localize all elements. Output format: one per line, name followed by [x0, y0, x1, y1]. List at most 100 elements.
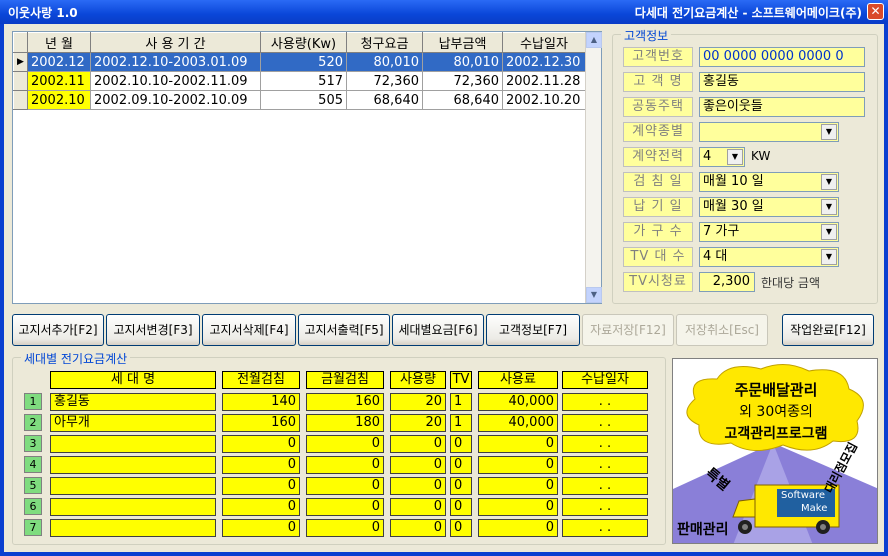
hh-prev-input[interactable]: 140	[222, 393, 300, 411]
hh-prev-input[interactable]: 0	[222, 477, 300, 495]
households-select[interactable]: 7 가구 ▼	[699, 222, 839, 242]
hh-curr-input[interactable]: 0	[306, 456, 384, 474]
hh-curr-input[interactable]: 180	[306, 414, 384, 432]
hh-tv-input[interactable]: 0	[450, 456, 472, 474]
cell-pay-date[interactable]: 2002.12.30	[502, 52, 586, 72]
hh-date-input[interactable]: . .	[562, 477, 648, 495]
hh-row-index[interactable]: 4	[24, 456, 42, 473]
tv-fee-field[interactable]: 2,300	[699, 272, 755, 292]
hh-date-input[interactable]: . .	[562, 456, 648, 474]
hh-date-input[interactable]: . .	[562, 414, 648, 432]
table-row[interactable]: ▶ 2002.12 2002.12.10-2003.01.09 520 80,0…	[13, 52, 586, 72]
hh-name-input[interactable]	[50, 519, 216, 537]
hh-prev-input[interactable]: 0	[222, 498, 300, 516]
customer-no-field[interactable]: 00 0000 0000 0000 0	[699, 47, 865, 67]
hh-curr-input[interactable]: 0	[306, 477, 384, 495]
bill-grid[interactable]: 년 월 사 용 기 간 사용량(Kw) 청구요금 납부금액 수납일자 ▶ 200…	[12, 31, 602, 304]
cell-billed[interactable]: 72,360	[346, 71, 423, 91]
hh-date-input[interactable]: . .	[562, 498, 648, 516]
grid-scrollbar[interactable]: ▲ ▼	[585, 32, 602, 303]
edit-bill-button[interactable]: 고지서변경[F3]	[106, 314, 200, 346]
ad-banner[interactable]: 주문배달관리 외 30여종의 고객관리프로그램 특별 대리점모집 Softwar…	[672, 358, 878, 544]
cell-year-month[interactable]: 2002.11	[27, 71, 91, 91]
hh-tv-input[interactable]: 0	[450, 435, 472, 453]
hh-fee-input[interactable]: 40,000	[478, 414, 558, 432]
hh-date-input[interactable]: . .	[562, 519, 648, 537]
hh-fee-input[interactable]: 40,000	[478, 393, 558, 411]
hh-usage-input[interactable]: 0	[390, 519, 446, 537]
hh-usage-input[interactable]: 0	[390, 435, 446, 453]
cell-usage[interactable]: 505	[260, 90, 347, 110]
cell-paid[interactable]: 72,360	[422, 71, 503, 91]
hh-curr-input[interactable]: 160	[306, 393, 384, 411]
tv-count-select[interactable]: 4 대 ▼	[699, 247, 839, 267]
save-button[interactable]: 자료저장[F12]	[582, 314, 674, 346]
cell-paid[interactable]: 80,010	[422, 52, 503, 72]
cancel-save-button[interactable]: 저장취소[Esc]	[676, 314, 768, 346]
hh-curr-input[interactable]: 0	[306, 435, 384, 453]
add-bill-button[interactable]: 고지서추가[F2]	[12, 314, 104, 346]
hh-prev-input[interactable]: 0	[222, 456, 300, 474]
col-billed[interactable]: 청구요금	[346, 32, 423, 53]
due-day-select[interactable]: 매월 30 일 ▼	[699, 197, 839, 217]
hh-name-input[interactable]	[50, 435, 216, 453]
hh-name-input[interactable]	[50, 456, 216, 474]
hh-curr-input[interactable]: 0	[306, 519, 384, 537]
contract-type-select[interactable]: ▼	[699, 122, 839, 142]
hh-tv-input[interactable]: 0	[450, 477, 472, 495]
hh-row-index[interactable]: 3	[24, 435, 42, 452]
hh-name-input[interactable]	[50, 498, 216, 516]
hh-tv-input[interactable]: 0	[450, 519, 472, 537]
print-bill-button[interactable]: 고지서출력[F5]	[298, 314, 390, 346]
hh-fee-input[interactable]: 0	[478, 519, 558, 537]
hh-row-index[interactable]: 2	[24, 414, 42, 431]
hh-prev-input[interactable]: 0	[222, 435, 300, 453]
hh-date-input[interactable]: . .	[562, 393, 648, 411]
cell-usage[interactable]: 517	[260, 71, 347, 91]
cell-period[interactable]: 2002.09.10-2002.10.09	[90, 90, 261, 110]
hh-usage-input[interactable]: 20	[390, 414, 446, 432]
title-bar[interactable]: 이웃사랑 1.0 다세대 전기요금계산 - 소프트웨어메이크(주) ✕	[0, 0, 888, 24]
hh-name-input[interactable]: 홍길동	[50, 393, 216, 411]
hh-prev-input[interactable]: 0	[222, 519, 300, 537]
customer-name-field[interactable]: 홍길동	[699, 72, 865, 92]
hh-row-index[interactable]: 5	[24, 477, 42, 494]
hh-usage-input[interactable]: 0	[390, 477, 446, 495]
col-pay-date[interactable]: 수납일자	[502, 32, 586, 53]
delete-bill-button[interactable]: 고지서삭제[F4]	[202, 314, 296, 346]
complex-field[interactable]: 좋은이웃들	[699, 97, 865, 117]
chevron-down-icon[interactable]: ▼	[821, 199, 837, 215]
col-period[interactable]: 사 용 기 간	[90, 32, 261, 53]
hh-prev-input[interactable]: 160	[222, 414, 300, 432]
hh-fee-input[interactable]: 0	[478, 477, 558, 495]
customer-info-button[interactable]: 고객정보[F7]	[486, 314, 580, 346]
hh-row-index[interactable]: 6	[24, 498, 42, 515]
col-usage[interactable]: 사용량(Kw)	[260, 32, 347, 53]
hh-tv-input[interactable]: 1	[450, 414, 472, 432]
hh-tv-input[interactable]: 1	[450, 393, 472, 411]
cell-pay-date[interactable]: 2002.10.20	[502, 90, 586, 110]
cell-pay-date[interactable]: 2002.11.28	[502, 71, 586, 91]
hh-name-input[interactable]: 아무개	[50, 414, 216, 432]
col-paid[interactable]: 납부금액	[422, 32, 503, 53]
chevron-down-icon[interactable]: ▼	[821, 224, 837, 240]
cell-usage[interactable]: 520	[260, 52, 347, 72]
chevron-down-icon[interactable]: ▼	[821, 174, 837, 190]
cell-year-month[interactable]: 2002.12	[27, 52, 91, 72]
hh-tv-input[interactable]: 0	[450, 498, 472, 516]
chevron-down-icon[interactable]: ▼	[821, 249, 837, 265]
hh-usage-input[interactable]: 20	[390, 393, 446, 411]
table-row[interactable]: 2002.11 2002.10.10-2002.11.09 517 72,360…	[13, 71, 586, 91]
hh-fee-input[interactable]: 0	[478, 498, 558, 516]
hh-row-index[interactable]: 7	[24, 519, 42, 536]
cell-billed[interactable]: 68,640	[346, 90, 423, 110]
hh-curr-input[interactable]: 0	[306, 498, 384, 516]
scroll-down-icon[interactable]: ▼	[586, 287, 602, 303]
table-row[interactable]: 2002.10 2002.09.10-2002.10.09 505 68,640…	[13, 90, 586, 110]
hh-fee-input[interactable]: 0	[478, 435, 558, 453]
hh-date-input[interactable]: . .	[562, 435, 648, 453]
household-fee-button[interactable]: 세대별요금[F6]	[392, 314, 484, 346]
col-year-month[interactable]: 년 월	[27, 32, 91, 53]
hh-row-index[interactable]: 1	[24, 393, 42, 410]
hh-fee-input[interactable]: 0	[478, 456, 558, 474]
